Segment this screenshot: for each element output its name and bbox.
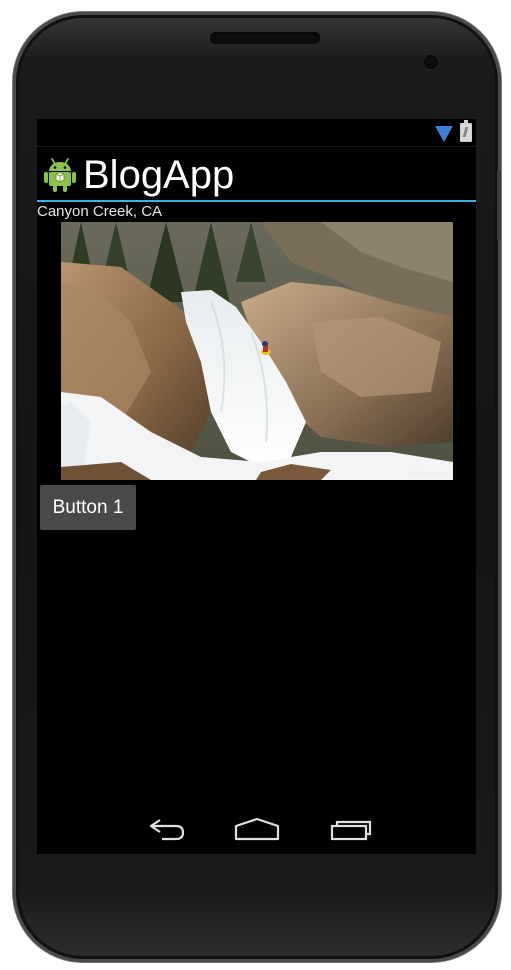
android-app-icon[interactable] xyxy=(43,157,77,193)
home-button[interactable] xyxy=(220,807,290,854)
button-1[interactable]: Button 1 xyxy=(40,485,136,530)
battery-icon xyxy=(460,120,472,142)
app-title: BlogApp xyxy=(83,153,235,197)
recent-apps-icon xyxy=(330,820,372,841)
wifi-icon xyxy=(435,126,453,142)
device-screen: BlogApp Canyon Creek, CA © Gregory Lee B… xyxy=(37,119,476,854)
earpiece-speaker xyxy=(210,32,320,44)
status-bar xyxy=(37,119,476,147)
photo-credit: © Gregory Lee xyxy=(408,471,448,477)
navigation-bar xyxy=(37,807,476,854)
back-button[interactable] xyxy=(132,807,202,854)
post-location: Canyon Creek, CA xyxy=(37,203,163,220)
waterfall-photo: © Gregory Lee xyxy=(61,222,453,480)
power-button xyxy=(497,170,501,240)
front-camera xyxy=(424,55,438,69)
back-icon xyxy=(149,819,185,841)
home-icon xyxy=(234,817,280,841)
recent-apps-button[interactable] xyxy=(316,807,386,854)
action-bar: BlogApp xyxy=(37,147,476,202)
